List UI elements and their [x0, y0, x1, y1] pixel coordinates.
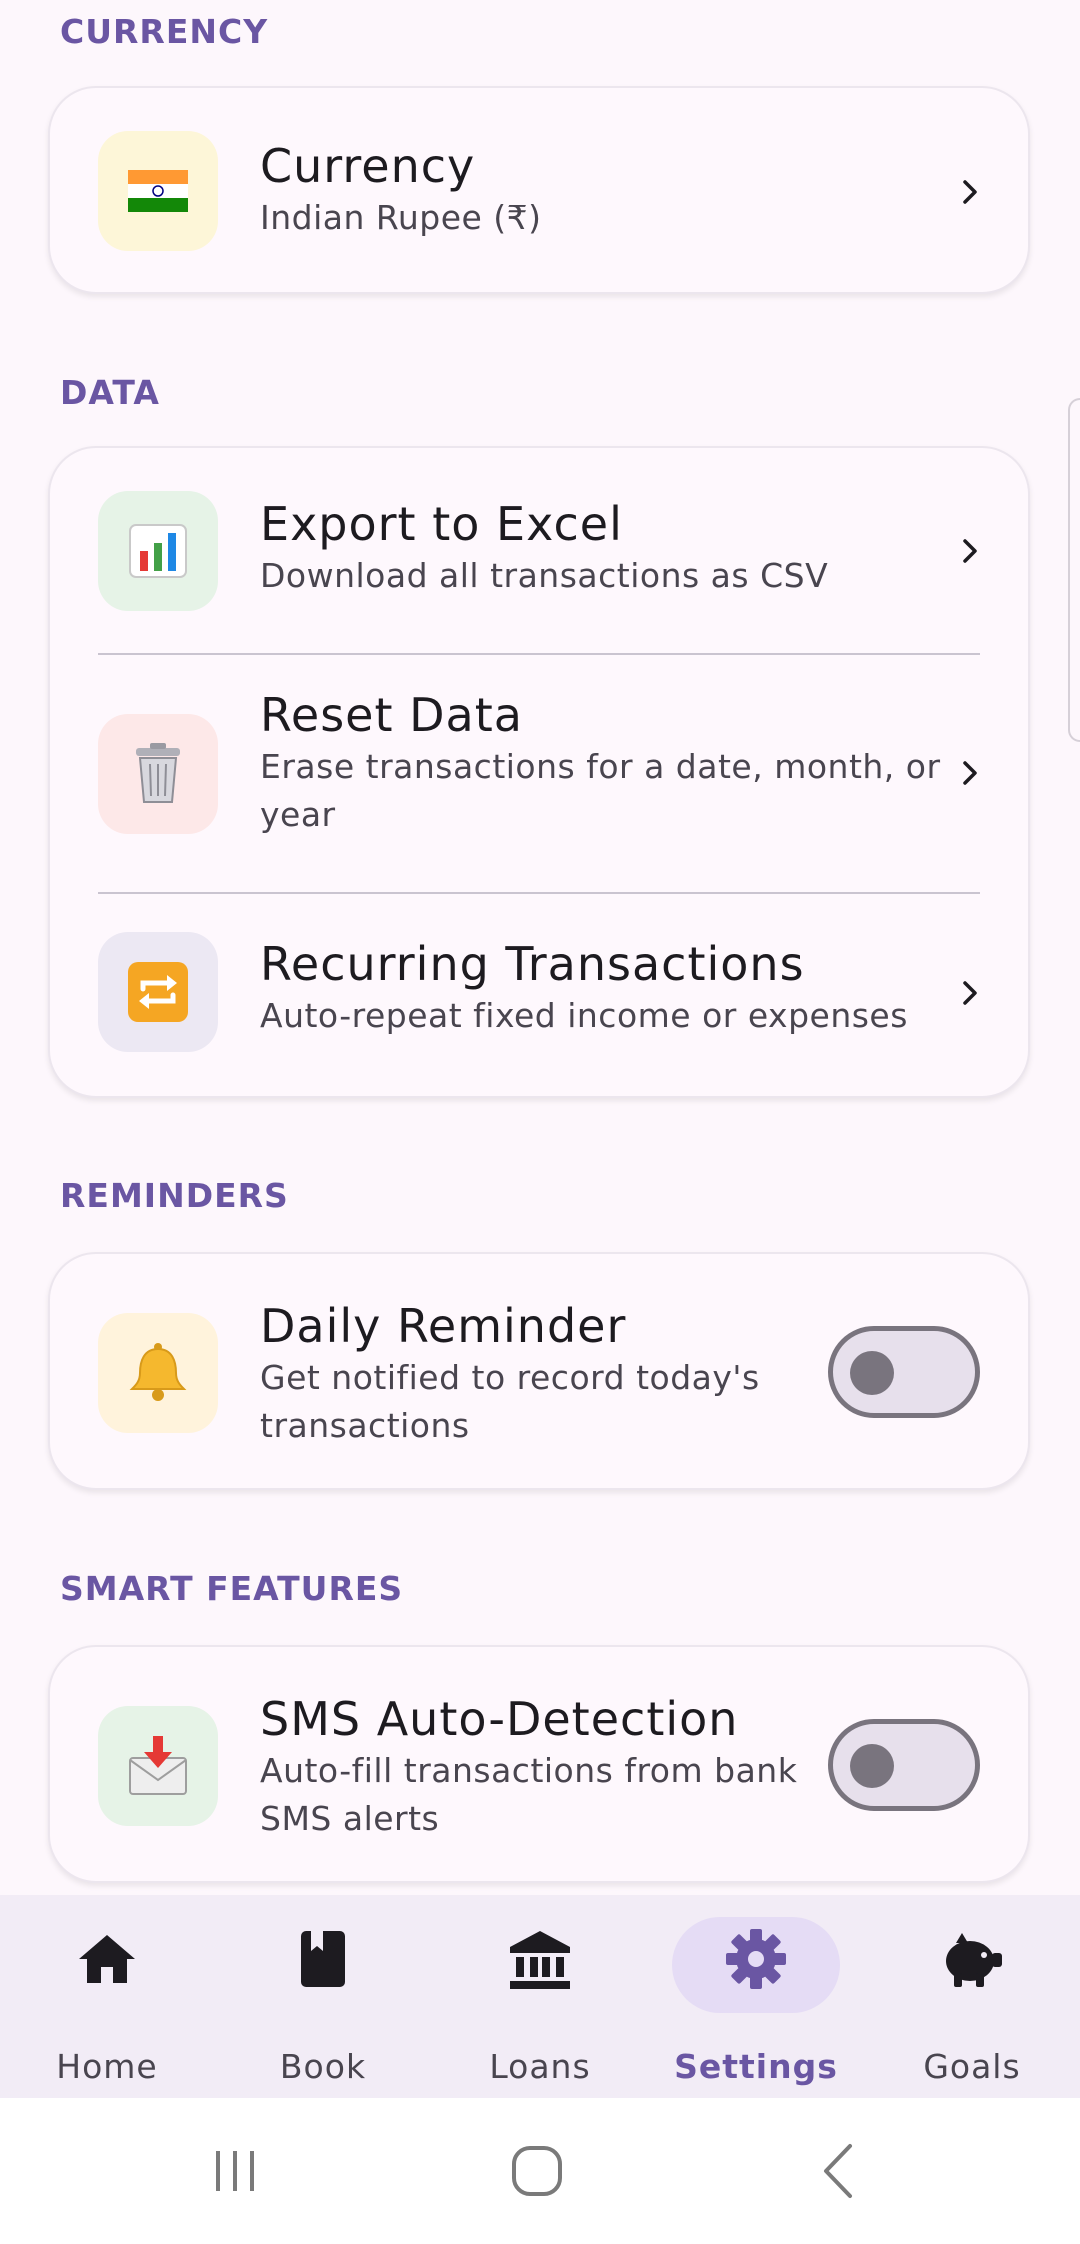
sms-subtitle-line-2: SMS alerts	[260, 1799, 440, 1838]
daily-reminder-title: Daily Reminder	[260, 1299, 627, 1353]
export-to-excel-row[interactable]: Export to Excel Download all transaction…	[50, 448, 1028, 654]
home-button-icon[interactable]	[510, 2144, 564, 2198]
nav-label-settings: Settings	[674, 2047, 838, 2086]
system-navigation-bar	[0, 2098, 1080, 2244]
reminders-card: Daily Reminder Get notified to record to…	[48, 1252, 1030, 1490]
data-card: Export to Excel Download all transaction…	[48, 446, 1030, 1098]
smart-features-card: SMS Auto-Detection Auto-fill transaction…	[48, 1645, 1030, 1883]
book-icon	[301, 1931, 345, 1987]
nav-item-settings[interactable]: Settings	[656, 1895, 856, 2098]
sms-subtitle-line-1: Auto-fill transactions from bank	[260, 1751, 798, 1790]
nav-item-home[interactable]: Home	[7, 1895, 207, 2098]
reset-subtitle-line-2: year	[260, 795, 336, 834]
section-label-smart-features: SMART FEATURES	[60, 1569, 404, 1608]
section-label-data: DATA	[60, 373, 160, 412]
inbox-envelope-icon	[98, 1706, 218, 1826]
repeat-icon	[98, 932, 218, 1052]
export-title: Export to Excel	[260, 497, 623, 551]
chevron-right-icon	[963, 539, 977, 563]
back-icon[interactable]	[818, 2142, 858, 2200]
chevron-right-icon	[963, 761, 977, 785]
nav-label-book: Book	[279, 2047, 367, 2086]
daily-reminder-row[interactable]: Daily Reminder Get notified to record to…	[50, 1254, 1028, 1492]
recurring-subtitle: Auto-repeat fixed income or expenses	[260, 996, 908, 1035]
nav-label-goals: Goals	[923, 2047, 1021, 2086]
home-icon	[79, 1935, 135, 1983]
nav-label-home: Home	[56, 2047, 158, 2086]
piggy-bank-icon	[946, 1933, 1002, 1987]
nav-item-loans[interactable]: Loans	[440, 1895, 640, 2098]
recent-apps-icon[interactable]	[210, 2146, 260, 2196]
reset-title: Reset Data	[260, 688, 523, 742]
recurring-title: Recurring Transactions	[260, 937, 805, 991]
daily-reminder-toggle[interactable]	[828, 1326, 980, 1418]
bar-chart-icon	[98, 491, 218, 611]
reset-data-row[interactable]: Reset Data Erase transactions for a date…	[50, 655, 1028, 893]
nav-item-book[interactable]: Book	[223, 1895, 423, 2098]
toggle-knob	[850, 1351, 894, 1395]
currency-title: Currency	[260, 139, 476, 193]
chevron-right-icon	[963, 981, 977, 1005]
chevron-right-icon	[963, 180, 977, 204]
daily-reminder-subtitle-line-1: Get notified to record today's	[260, 1358, 760, 1397]
currency-subtitle: Indian Rupee (₹)	[260, 198, 542, 237]
currency-row[interactable]: Currency Indian Rupee (₹)	[50, 88, 1028, 296]
section-label-currency: CURRENCY	[60, 12, 269, 51]
nav-item-goals[interactable]: Goals	[872, 1895, 1072, 2098]
currency-card: Currency Indian Rupee (₹)	[48, 86, 1030, 294]
recurring-transactions-row[interactable]: Recurring Transactions Auto-repeat fixed…	[50, 894, 1028, 1100]
export-subtitle: Download all transactions as CSV	[260, 556, 829, 595]
scroll-indicator[interactable]	[1068, 398, 1080, 742]
daily-reminder-subtitle-line-2: transactions	[260, 1406, 470, 1445]
toggle-knob	[850, 1744, 894, 1788]
bottom-navigation: Home Book Loans Settings Goals	[0, 1895, 1080, 2098]
reset-subtitle-line-1: Erase transactions for a date, month, or	[260, 747, 941, 786]
nav-label-loans: Loans	[489, 2047, 591, 2086]
bank-icon	[510, 1931, 570, 1989]
sms-title: SMS Auto-Detection	[260, 1692, 739, 1746]
gear-icon	[726, 1929, 786, 1989]
sms-auto-detection-row[interactable]: SMS Auto-Detection Auto-fill transaction…	[50, 1647, 1028, 1885]
bell-icon	[98, 1313, 218, 1433]
sms-auto-detection-toggle[interactable]	[828, 1719, 980, 1811]
section-label-reminders: REMINDERS	[60, 1176, 289, 1215]
trash-can-icon	[98, 714, 218, 834]
india-flag-icon	[98, 131, 218, 251]
